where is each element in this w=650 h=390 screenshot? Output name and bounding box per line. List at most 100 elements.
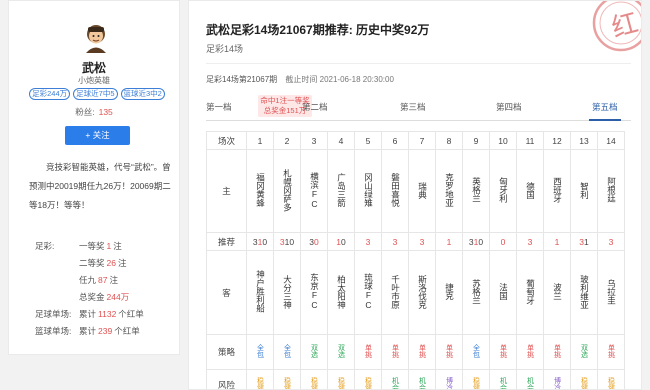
tab-tier-2[interactable]: 第二档 xyxy=(302,101,328,113)
risk-cell: 稳健 xyxy=(327,369,355,389)
recommendation-cell: 10 xyxy=(327,232,355,251)
home-team-name[interactable]: 克罗地亚 xyxy=(444,173,455,207)
away-team-name[interactable]: 东京FC xyxy=(309,273,320,310)
red-stamp-icon: 红 xyxy=(592,1,641,52)
stat-unit: 注 xyxy=(117,258,127,268)
risk-label: 机会 xyxy=(418,376,426,390)
stat-value: 244万 xyxy=(106,292,130,302)
risk-label: 稳健 xyxy=(256,376,264,390)
away-team-cell: 捷克 xyxy=(435,250,463,335)
home-team-cell: 广岛三箭 xyxy=(327,149,355,233)
home-team-name[interactable]: 横滨FC xyxy=(309,172,320,209)
home-team-name[interactable]: 匈牙利 xyxy=(498,177,509,203)
away-team-name[interactable]: 捷克 xyxy=(444,283,455,300)
match-number: 14 xyxy=(597,131,625,150)
tag-basketball-recent[interactable]: 篮球近3中2 xyxy=(120,88,165,100)
article-meta: 足彩14场第21067期 截止时间 2021-06-18 20:30:00 xyxy=(206,74,394,85)
stat-row: 任九 87 注 xyxy=(35,272,183,289)
tab-tier-5[interactable]: 第五档 xyxy=(592,101,618,113)
row-label-away: 客 xyxy=(206,250,247,335)
recommendation-cell: 3 xyxy=(516,232,544,251)
risk-label: 博冷 xyxy=(553,376,561,390)
away-team-name[interactable]: 大分三神 xyxy=(282,275,293,309)
active-tab-indicator xyxy=(589,119,621,121)
recommendation-pick: 3 xyxy=(527,236,533,247)
tab-tier-4[interactable]: 第四档 xyxy=(496,101,522,113)
home-team-name[interactable]: 札幌冈萨多 xyxy=(282,169,293,212)
home-team-name[interactable]: 福冈黄蜂 xyxy=(255,173,266,207)
away-team-cell: 葡萄牙 xyxy=(516,250,544,335)
away-team-name[interactable]: 千叶市原 xyxy=(390,275,401,309)
stat-label: 累计 xyxy=(79,309,97,319)
home-team-name[interactable]: 广岛三箭 xyxy=(336,173,347,207)
recommendation-cell: 310 xyxy=(273,232,301,251)
table-row-away: 客神户胜利船 大分三神 东京FC 柏太阳神 琉球FC 千叶市原 斯洛伐克 捷克 苏格兰 法国 葡萄牙… xyxy=(206,250,625,335)
table-row-home: 主福冈黄蜂 札幌冈萨多 横滨FC 广岛三箭 冈山绿雉 磐田喜悦 瑞典 克罗地亚 英格兰 匈牙利 德国… xyxy=(206,149,625,233)
home-team-name[interactable]: 冈山绿雉 xyxy=(363,173,374,207)
away-team-name[interactable]: 法国 xyxy=(498,283,509,300)
away-team-name[interactable]: 波兰 xyxy=(552,283,563,300)
away-team-name[interactable]: 乌拉圭 xyxy=(606,279,617,305)
match-number: 9 xyxy=(462,131,490,150)
home-team-name[interactable]: 英格兰 xyxy=(471,177,482,203)
away-team-cell: 琉球FC xyxy=(354,250,382,335)
strategy-label: 单挑 xyxy=(607,344,615,358)
recommendation-cell: 310 xyxy=(462,232,490,251)
tag-football-recent[interactable]: 足球近7中5 xyxy=(73,88,118,100)
away-team-cell: 苏格兰 xyxy=(462,250,490,335)
away-team-name[interactable]: 柏太阳神 xyxy=(336,275,347,309)
risk-label: 机会 xyxy=(526,376,534,390)
follow-button[interactable]: + 关注 xyxy=(65,126,130,145)
recommendation-cell: 3 xyxy=(381,232,409,251)
away-team-name[interactable]: 斯洛伐克 xyxy=(417,275,428,309)
home-team-name[interactable]: 智利 xyxy=(579,182,590,199)
home-team-name[interactable]: 磐田喜悦 xyxy=(390,173,401,207)
away-team-name[interactable]: 玻利维亚 xyxy=(579,275,590,309)
stat-unit: 个红单 xyxy=(114,326,140,336)
home-team-name[interactable]: 瑞典 xyxy=(417,182,428,199)
away-team-cell: 柏太阳神 xyxy=(327,250,355,335)
home-team-name[interactable]: 阿根廷 xyxy=(606,177,617,203)
tab-tier-3[interactable]: 第三档 xyxy=(400,101,426,113)
strategy-cell: 单挑 xyxy=(597,334,625,370)
tab-tier-1[interactable]: 第一档 xyxy=(206,101,232,113)
prediction-table: 场次 1 2 3 4 5 6 7 8 9 10 11 12 13 14 主福冈黄蜂 札幌冈萨多 横滨FC 广岛三箭冈… xyxy=(206,131,625,390)
strategy-label: 单挑 xyxy=(445,344,453,358)
home-team-cell: 福冈黄蜂 xyxy=(246,149,274,233)
stat-unit: 注 xyxy=(109,275,118,285)
match-number: 7 xyxy=(408,131,436,150)
table-row-risk: 风险 稳健 稳健 稳健 稳健 稳健 机会 机会 博冷 稳健 机会 机会 博冷 稳健 稳健 xyxy=(206,369,625,390)
recommendation-pick: 3 xyxy=(419,236,425,247)
strategy-label: 单挑 xyxy=(553,344,561,358)
home-team-name[interactable]: 德国 xyxy=(525,182,536,199)
expert-name: 武松 xyxy=(81,61,106,75)
article-panel: 武松足彩14场21067期推荐: 历史中奖92万 足彩14场 红 足彩14场第2… xyxy=(188,0,642,390)
risk-label: 稳健 xyxy=(607,376,615,390)
home-team-cell: 阿根廷 xyxy=(597,149,625,233)
stat-unit: 个红单 xyxy=(118,309,144,319)
away-team-name[interactable]: 苏格兰 xyxy=(471,279,482,305)
stat-row: 足彩: 一等奖 1 注 xyxy=(35,238,183,255)
stat-value: 1 xyxy=(106,241,112,251)
away-team-name[interactable]: 葡萄牙 xyxy=(525,279,536,305)
home-team-cell: 横滨FC xyxy=(300,149,328,233)
match-number: 2 xyxy=(273,131,301,150)
strategy-label: 单挑 xyxy=(364,344,372,358)
stat-category: 足球单场: xyxy=(35,309,72,319)
recommendation-pick: 3 xyxy=(608,236,614,247)
away-team-name[interactable]: 神户胜利船 xyxy=(255,270,266,313)
away-team-name[interactable]: 琉球FC xyxy=(363,273,374,310)
strategy-cell: 双选 xyxy=(570,334,598,370)
tag-football-prize[interactable]: 足彩244万 xyxy=(29,88,71,100)
home-team-name[interactable]: 西班牙 xyxy=(552,177,563,203)
risk-cell: 稳健 xyxy=(570,369,598,389)
avatar[interactable] xyxy=(83,23,109,53)
deadline-value: 2021-06-18 20:30:00 xyxy=(319,75,394,84)
strategy-label: 单挑 xyxy=(499,344,507,358)
recommendation-pick: 0 xyxy=(262,236,268,247)
recommendation-cell: 1 xyxy=(435,232,463,251)
stat-label: 任九 xyxy=(79,275,97,285)
risk-cell: 稳健 xyxy=(354,369,382,389)
stat-row: 篮球单场: 累计 239 个红单 xyxy=(35,323,183,340)
strategy-label: 双选 xyxy=(580,344,588,358)
